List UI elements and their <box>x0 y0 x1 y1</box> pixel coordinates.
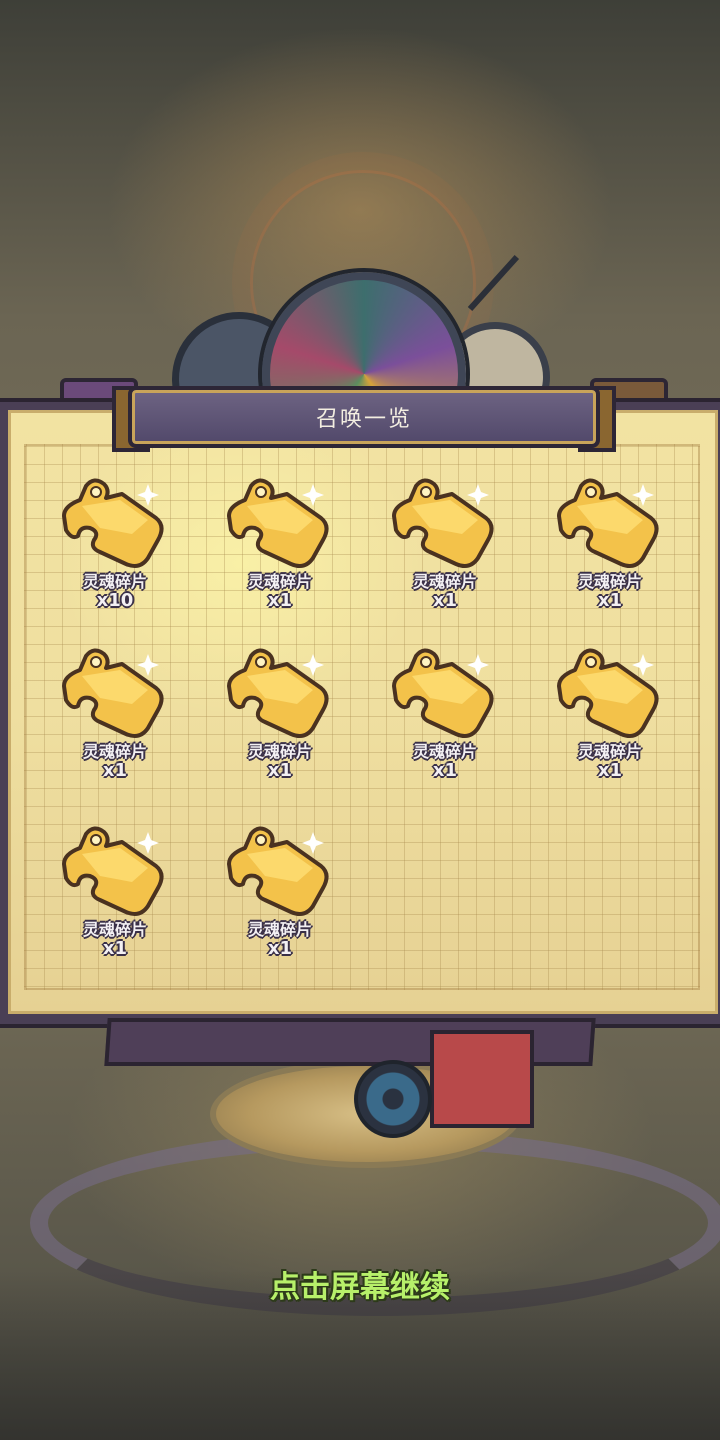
item-quantity: x1 <box>597 760 623 781</box>
gold-puzzle-piece-icon <box>557 478 659 568</box>
item-quantity: x10 <box>96 590 134 611</box>
item-name: 灵魂碎片 <box>82 920 147 939</box>
reward-item[interactable]: 灵魂碎片 x1 <box>215 478 345 628</box>
item-name: 灵魂碎片 <box>247 742 312 761</box>
item-name: 灵魂碎片 <box>247 920 312 939</box>
panel-title: 召唤一览 <box>315 407 412 432</box>
gold-puzzle-piece-icon <box>62 478 164 568</box>
reward-item[interactable]: 灵魂碎片 x1 <box>50 648 180 798</box>
item-name: 灵魂碎片 <box>82 572 147 591</box>
gold-puzzle-piece-icon <box>392 478 494 568</box>
item-name: 灵魂碎片 <box>82 742 147 761</box>
reward-item[interactable]: 灵魂碎片 x1 <box>215 826 345 976</box>
item-quantity: x1 <box>102 938 128 959</box>
reward-item[interactable]: 灵魂碎片 x1 <box>215 648 345 798</box>
item-quantity: x1 <box>102 760 128 781</box>
reward-item[interactable]: 灵魂碎片 x1 <box>545 478 675 628</box>
reward-item[interactable]: 灵魂碎片 x1 <box>50 826 180 976</box>
item-quantity: x1 <box>432 760 458 781</box>
gold-puzzle-piece-icon <box>227 826 329 916</box>
gold-puzzle-piece-icon <box>227 478 329 568</box>
reward-item[interactable]: 灵魂碎片 x1 <box>380 478 510 628</box>
reward-item[interactable]: 灵魂碎片 x1 <box>545 648 675 798</box>
item-quantity: x1 <box>597 590 623 611</box>
item-quantity: x1 <box>432 590 458 611</box>
reward-item[interactable]: 灵魂碎片 x10 <box>50 478 180 628</box>
gold-puzzle-piece-icon <box>557 648 659 738</box>
item-name: 灵魂碎片 <box>412 572 477 591</box>
tap-to-continue-hint[interactable]: 点击屏幕继续 <box>0 1262 720 1306</box>
gold-puzzle-piece-icon <box>392 648 494 738</box>
item-quantity: x1 <box>267 760 293 781</box>
item-name: 灵魂碎片 <box>577 572 642 591</box>
ribbon-decoration <box>430 1030 534 1128</box>
item-name: 灵魂碎片 <box>577 742 642 761</box>
item-quantity: x1 <box>267 590 293 611</box>
gold-puzzle-piece-icon <box>62 826 164 916</box>
item-quantity: x1 <box>267 938 293 959</box>
reward-item[interactable]: 灵魂碎片 x1 <box>380 648 510 798</box>
gold-puzzle-piece-icon <box>227 648 329 738</box>
item-name: 灵魂碎片 <box>247 572 312 591</box>
item-name: 灵魂碎片 <box>412 742 477 761</box>
gold-puzzle-piece-icon <box>62 648 164 738</box>
gear-icon <box>354 1060 432 1138</box>
title-bar: 召唤一览 <box>128 386 600 448</box>
